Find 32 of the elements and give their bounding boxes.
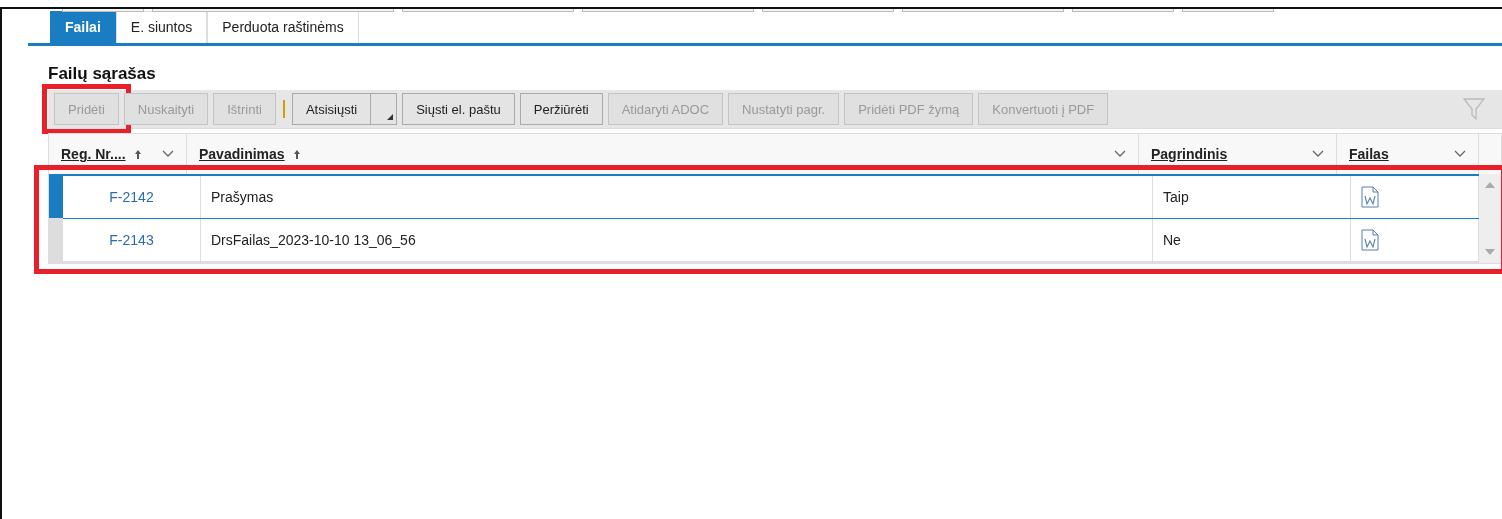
column-header[interactable]: Failas: [1349, 146, 1389, 162]
reg-number-link[interactable]: F-2142: [109, 189, 154, 205]
scroll-down-icon[interactable]: [1485, 249, 1495, 255]
sort-arrow-icon: [292, 149, 301, 159]
dropdown-button[interactable]: [371, 93, 398, 125]
chevron-down-icon[interactable]: [1312, 150, 1324, 158]
table-cell: Ne: [1163, 232, 1181, 248]
tab[interactable]: E. siuntos: [115, 11, 208, 43]
tab[interactable]: Perduota raštinėms: [207, 11, 359, 43]
column-header[interactable]: Pagrindinis: [1151, 146, 1228, 162]
sort-arrow-icon: [133, 149, 142, 159]
column-header[interactable]: Pavadinimas: [199, 146, 301, 162]
table-row[interactable]: F-2142 Prašymas Taip: [63, 174, 1479, 218]
chevron-down-icon[interactable]: [162, 150, 174, 158]
table-cell: DrsFailas_2023-10-10 13_06_56: [211, 232, 416, 248]
chevron-down-icon[interactable]: [1454, 150, 1466, 158]
column-header[interactable]: Reg. Nr....: [61, 146, 142, 162]
section-title: Failų sąrašas: [48, 64, 157, 85]
chevron-down-icon[interactable]: [1114, 150, 1126, 158]
word-document-icon[interactable]: [1361, 229, 1379, 251]
scroll-up-icon[interactable]: [1485, 182, 1495, 188]
tab[interactable]: Failai: [50, 11, 116, 43]
reg-number-link[interactable]: F-2143: [109, 232, 154, 248]
word-document-icon[interactable]: [1361, 186, 1379, 208]
toolbar-button[interactable]: Siųsti el. paštu: [402, 93, 515, 125]
table-cell: Prašymas: [211, 189, 274, 205]
corner-caret-icon: [387, 114, 394, 120]
table-cell: Taip: [1163, 189, 1189, 205]
table-row[interactable]: F-2143 DrsFailas_2023-10-10 13_06_56 Ne: [63, 218, 1479, 263]
scrollbar[interactable]: [1479, 174, 1501, 263]
toolbar-button[interactable]: Atsisiųsti: [291, 93, 372, 125]
toolbar-button[interactable]: Peržiūrėti: [519, 93, 603, 125]
